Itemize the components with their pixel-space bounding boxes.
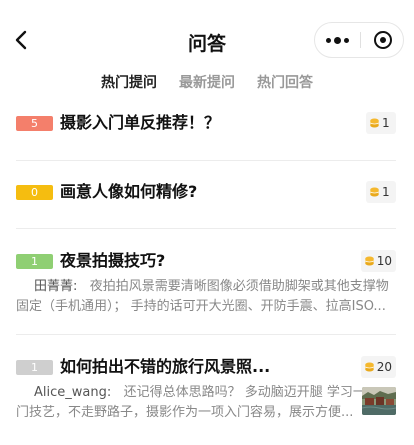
answer-author: 田菁菁: [34,279,78,294]
answer-preview[interactable]: 田菁菁: 夜拍拍风景需要清晰图像必须借助脚架或其他支撑物 固定（手机通用）； 手… [16,277,389,317]
reward-amount: 1 [382,185,390,199]
answer-preview[interactable]: Alice_wang: 还记得总体思路吗？ 多动脑迈开腿 学习一 门技艺，不走野… [16,383,366,423]
reward-badge: 1 [366,181,396,203]
question-title[interactable]: 夜景拍摄技巧? [60,250,165,272]
mini-program-capsule [314,22,404,58]
more-menu-icon[interactable] [315,23,360,57]
tab-bar: 热门提问 最新提问 热门回答 [0,73,414,95]
question-item[interactable]: 5 摄影入门单反推荐！？ 1 [16,100,396,161]
reward-amount: 10 [376,254,392,268]
answer-text-line1: 夜拍拍风景需要清晰图像必须借助脚架或其他支撑物 [89,279,389,294]
answer-text-line1: 还记得总体思路吗？ 多动脑迈开腿 学习一 [123,385,366,400]
coin-icon [364,362,374,372]
reward-badge: 1 [366,112,396,134]
close-mini-program-icon[interactable] [361,23,404,57]
question-item[interactable]: 0 画意人像如何精修? 1 [16,161,396,229]
question-title[interactable]: 如何拍出不错的旅行风景照... [60,356,270,378]
reward-badge: 10 [360,250,396,272]
tab-hot-questions[interactable]: 热门提问 [101,73,157,95]
question-item[interactable]: 1 如何拍出不错的旅行风景照... 20 Alice_wang: 还记得总体思路… [16,335,396,445]
reward-amount: 1 [382,116,390,130]
answer-thumbnail-image [362,387,396,415]
answer-count-badge: 0 [16,185,53,200]
reward-badge: 20 [360,356,396,378]
answer-text-line2: 固定（手机通用）； 手持的话可开大光圈、开防手震、拉高ISO... [16,299,386,314]
answer-count-badge: 5 [16,116,53,131]
question-title[interactable]: 摄影入门单反推荐！？ [60,112,220,134]
question-item[interactable]: 1 夜景拍摄技巧? 10 田菁菁: 夜拍拍风景需要清晰图像必须借助脚架或其他支撑… [16,229,396,335]
answer-text-line2: 门技艺，不走野路子，摄影作为一项入门容易，展示方便... [16,405,354,420]
tab-hot-answers[interactable]: 热门回答 [257,73,313,95]
answer-author: Alice_wang: [34,385,112,400]
question-list: 5 摄影入门单反推荐！？ 1 0 画意人像如何精修? 1 1 夜景拍摄技巧? 1… [0,100,414,445]
answer-count-badge: 1 [16,360,53,375]
tab-latest-questions[interactable]: 最新提问 [179,73,235,95]
navigation-bar: 问答 [0,0,414,80]
coin-icon [364,256,374,266]
coin-icon [370,187,379,197]
coin-icon [370,118,379,128]
answer-count-badge: 1 [16,254,53,269]
question-title[interactable]: 画意人像如何精修? [60,181,197,203]
reward-amount: 20 [376,360,392,374]
